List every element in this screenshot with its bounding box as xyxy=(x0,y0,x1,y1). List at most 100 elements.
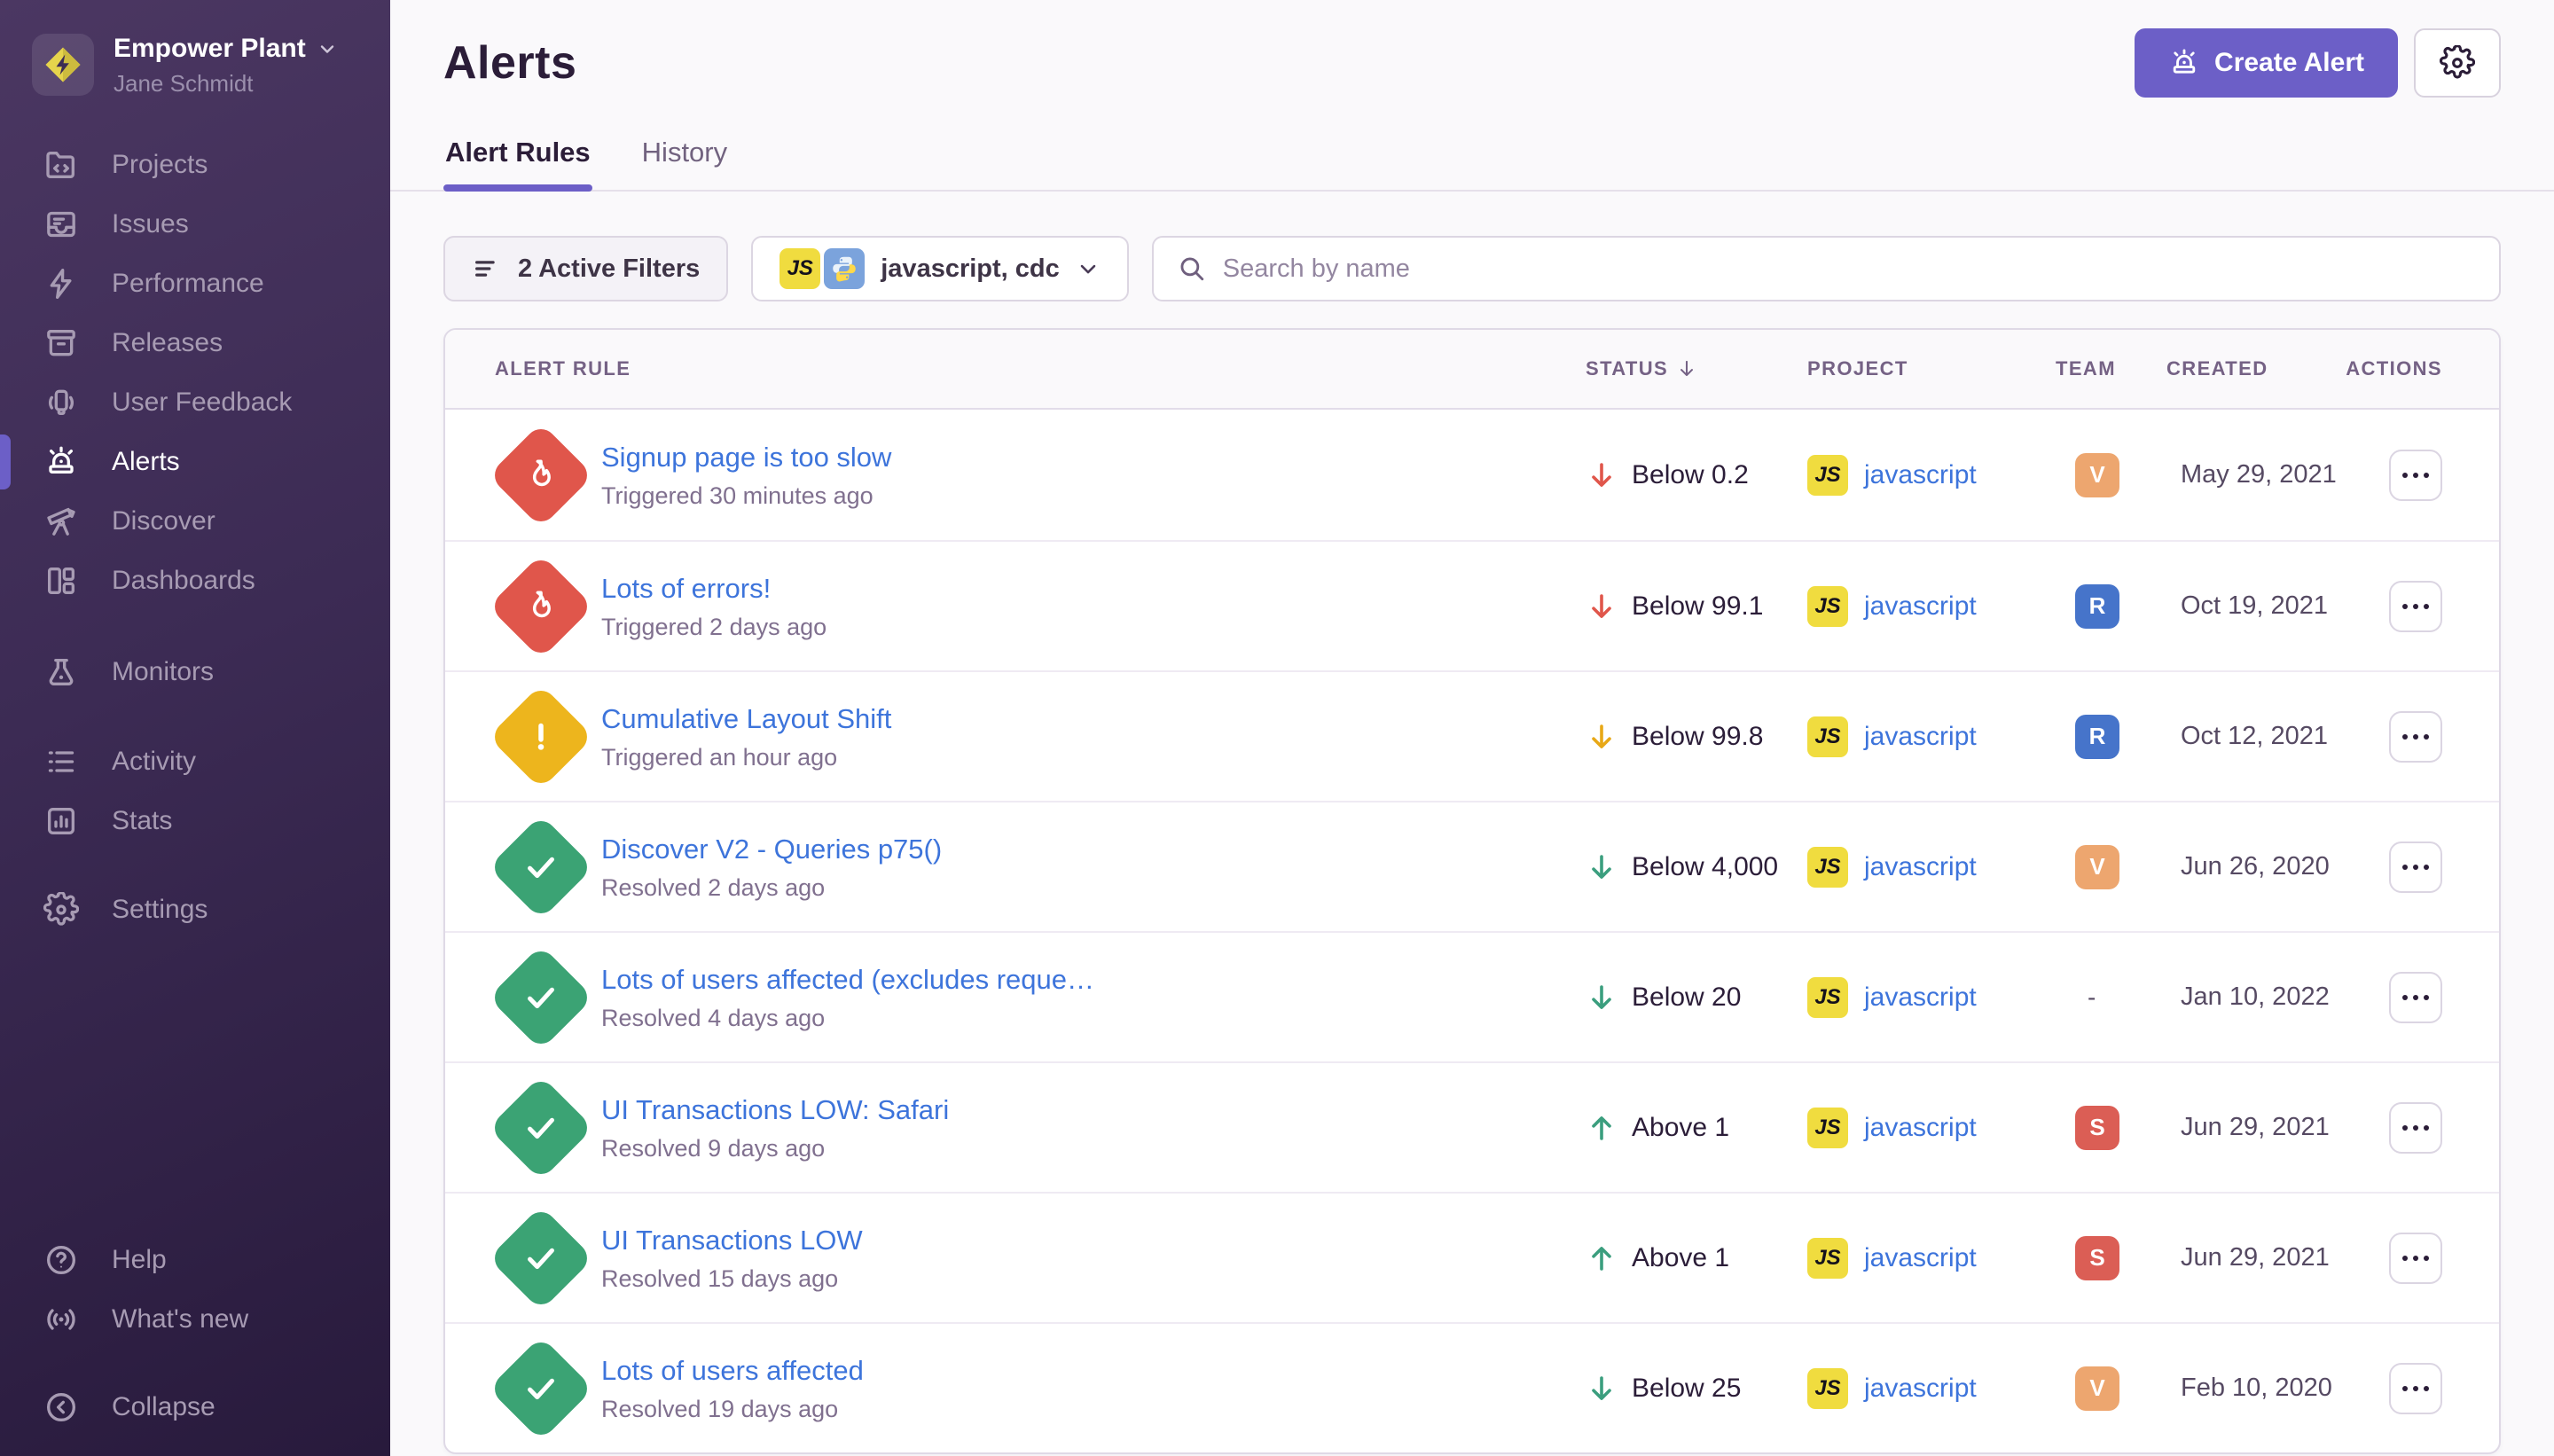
alert-rule-link[interactable]: UI Transactions LOW xyxy=(601,1222,1545,1259)
issues-icon xyxy=(43,206,80,243)
alert-rule-link[interactable]: UI Transactions LOW: Safari xyxy=(601,1092,1545,1129)
alert-rule-link[interactable]: Lots of errors! xyxy=(601,570,1545,607)
sidebar-item-projects[interactable]: Projects xyxy=(0,135,390,194)
team-badge: R xyxy=(2075,584,2119,629)
project-link[interactable]: javascript xyxy=(1864,982,1977,1013)
created-date: Jan 10, 2022 xyxy=(2166,982,2353,1012)
tab-alert-rules[interactable]: Alert Rules xyxy=(443,121,592,190)
activity-icon xyxy=(43,743,80,780)
alert-rule-link[interactable]: Lots of users affected xyxy=(601,1352,1545,1389)
alert-rule-link[interactable]: Cumulative Layout Shift xyxy=(601,701,1545,738)
sidebar-item-help[interactable]: Help xyxy=(0,1230,390,1289)
sidebar-item-issues[interactable]: Issues xyxy=(0,194,390,254)
create-alert-button[interactable]: Create Alert xyxy=(2135,28,2398,98)
row-actions-button[interactable] xyxy=(2389,711,2442,763)
project-filter-value: javascript, cdc xyxy=(881,254,1060,284)
table-header: ALERT RULE STATUS PROJECT TEAM CREATED A… xyxy=(445,330,2499,410)
stats-icon xyxy=(43,802,80,840)
row-actions-button[interactable] xyxy=(2389,1102,2442,1154)
alert-rule-subtitle: Resolved 2 days ago xyxy=(601,872,1545,904)
table-row: Lots of users affected Resolved 19 days a… xyxy=(445,1322,2499,1452)
collapse-icon xyxy=(43,1389,80,1426)
search-field xyxy=(1152,236,2501,301)
table-row: Signup page is too slowTriggered 30 minu… xyxy=(445,410,2499,540)
sidebar-item-user-feedback[interactable]: User Feedback xyxy=(0,372,390,432)
project-link[interactable]: javascript xyxy=(1864,591,1977,622)
sidebar-nav: Projects IssuesPerformanceReleases User Fe… xyxy=(0,135,390,939)
row-actions-button[interactable] xyxy=(2389,581,2442,632)
sidebar-item-activity[interactable]: Activity xyxy=(0,732,390,791)
settings-gear-button[interactable] xyxy=(2414,28,2501,98)
sidebar-item-alerts[interactable]: Alerts xyxy=(0,432,390,491)
alert-rule-link[interactable]: Signup page is too slow xyxy=(601,439,1545,476)
created-date: Oct 12, 2021 xyxy=(2166,722,2353,751)
trend-down-icon xyxy=(1586,1373,1618,1405)
sidebar-item-monitors[interactable]: Monitors xyxy=(0,642,390,701)
project-link[interactable]: javascript xyxy=(1864,460,1977,490)
sidebar-item-settings[interactable]: Settings xyxy=(0,880,390,939)
alert-rule-subtitle: Resolved 4 days ago xyxy=(601,1002,1545,1034)
alert-rule-link[interactable]: Discover V2 - Queries p75() xyxy=(601,831,1545,868)
status-value: Below 20 xyxy=(1632,982,1741,1013)
filter-lines-icon xyxy=(472,254,502,284)
tab-history[interactable]: History xyxy=(640,121,729,190)
settings-icon xyxy=(43,891,80,928)
project-link[interactable]: javascript xyxy=(1864,852,1977,882)
sidebar-item-label: Stats xyxy=(112,806,172,836)
row-actions-button[interactable] xyxy=(2389,972,2442,1023)
javascript-platform-icon: JS xyxy=(1807,1368,1848,1409)
sidebar-item-collapse[interactable]: Collapse xyxy=(0,1377,390,1436)
search-input[interactable] xyxy=(1223,254,2476,284)
javascript-platform-icon: JS xyxy=(1807,586,1848,627)
check-icon xyxy=(489,814,594,920)
alert-rules-table: ALERT RULE STATUS PROJECT TEAM CREATED A… xyxy=(443,328,2501,1454)
sidebar-item-label: Monitors xyxy=(112,657,214,687)
row-actions-button[interactable] xyxy=(2389,1233,2442,1284)
sidebar-item-releases[interactable]: Releases xyxy=(0,313,390,372)
column-status[interactable]: STATUS xyxy=(1586,357,1807,380)
trend-down-icon xyxy=(1586,459,1618,491)
status-value: Below 4,000 xyxy=(1632,852,1778,882)
row-actions-button[interactable] xyxy=(2389,842,2442,893)
user-name: Jane Schmidt xyxy=(114,69,338,98)
sidebar-item-stats[interactable]: Stats xyxy=(0,791,390,850)
javascript-platform-icon: JS xyxy=(1807,716,1848,757)
check-icon xyxy=(489,1335,594,1441)
dashboards-icon xyxy=(43,562,80,599)
sidebar-item-label: Dashboards xyxy=(112,566,255,596)
sidebar: Empower Plant Jane Schmidt Projects Issue… xyxy=(0,0,390,1456)
created-date: Oct 19, 2021 xyxy=(2166,591,2353,621)
project-link[interactable]: javascript xyxy=(1864,1374,1977,1404)
team-none: - xyxy=(2088,983,2096,1011)
alert-rule-subtitle: Resolved 15 days ago xyxy=(601,1263,1545,1295)
column-alert-rule: ALERT RULE xyxy=(495,357,1586,380)
status-value: Below 99.1 xyxy=(1632,591,1763,622)
sidebar-item-label: What's new xyxy=(112,1304,248,1335)
projects-icon xyxy=(43,146,80,184)
active-filters-button[interactable]: 2 Active Filters xyxy=(443,236,728,301)
project-link[interactable]: javascript xyxy=(1864,1243,1977,1273)
project-link[interactable]: javascript xyxy=(1864,1113,1977,1143)
row-actions-button[interactable] xyxy=(2389,450,2442,501)
sidebar-item-label: User Feedback xyxy=(112,387,292,418)
sidebar-item-discover[interactable]: Discover xyxy=(0,491,390,551)
row-actions-button[interactable] xyxy=(2389,1363,2442,1414)
sidebar-item-label: Settings xyxy=(112,895,208,925)
org-switcher[interactable]: Empower Plant Jane Schmidt xyxy=(0,0,390,122)
warning-icon xyxy=(489,684,594,789)
performance-icon xyxy=(43,265,80,302)
sidebar-item-label: Projects xyxy=(112,150,208,180)
project-link[interactable]: javascript xyxy=(1864,722,1977,752)
team-badge: V xyxy=(2075,1366,2119,1411)
check-icon xyxy=(489,1205,594,1311)
discover-icon xyxy=(43,503,80,540)
project-filter-dropdown[interactable]: JS javascript, cdc xyxy=(751,236,1129,301)
sidebar-item-dashboards[interactable]: Dashboards xyxy=(0,551,390,610)
chevron-down-icon xyxy=(317,38,338,59)
alert-rule-link[interactable]: Lots of users affected (excludes reque… xyxy=(601,961,1545,998)
trend-down-icon xyxy=(1586,591,1618,622)
created-date: Jun 26, 2020 xyxy=(2166,852,2353,881)
sidebar-item-performance[interactable]: Performance xyxy=(0,254,390,313)
alert-rule-subtitle: Resolved 19 days ago xyxy=(601,1393,1545,1425)
sidebar-item-whats-new[interactable]: What's new xyxy=(0,1289,390,1349)
